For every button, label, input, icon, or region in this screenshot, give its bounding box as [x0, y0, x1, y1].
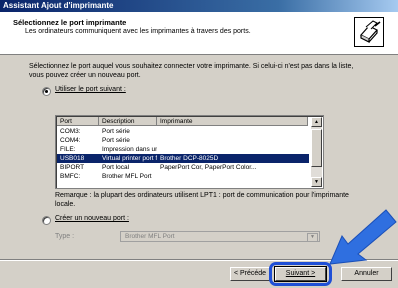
printer-cell: PaperPort Cor, PaperPort Color...: [160, 164, 257, 171]
scroll-up-icon[interactable]: ▲: [311, 117, 322, 127]
use-port-radio[interactable]: [42, 87, 51, 96]
column-description[interactable]: Description: [99, 117, 157, 126]
port-list-scrollbar[interactable]: ▲ ▼: [311, 117, 322, 187]
column-printer[interactable]: Imprimante: [157, 117, 308, 126]
port-list-rows: COM3: Port série COM4: Port série FILE: …: [57, 127, 309, 181]
port-type-value: Brother MFL Port: [125, 233, 175, 240]
port-cell: COM4:: [60, 137, 81, 144]
title-bar: Assistant Ajout d'imprimante: [0, 0, 398, 12]
description-cell: Brother MFL Port: [102, 173, 152, 180]
pointer-arrow-icon: [329, 209, 397, 265]
printer-cell: Brother DCP-8025D: [160, 155, 219, 162]
port-type-select[interactable]: Brother MFL Port ▼: [120, 231, 320, 242]
port-list-header: Port Description Imprimante: [57, 117, 308, 126]
port-cell: FILE:: [60, 146, 76, 153]
page-subtitle: Les ordinateurs communiquent avec les im…: [25, 28, 251, 35]
table-row[interactable]: COM3: Port série: [57, 127, 309, 136]
port-cell: USB018: [60, 155, 85, 162]
description-cell: Port série: [102, 137, 130, 144]
port-list[interactable]: Port Description Imprimante COM3: Port s…: [55, 115, 324, 189]
port-cell: BMFC:: [60, 173, 81, 180]
description-cell: Impression dans un fi...: [102, 146, 157, 153]
scroll-down-icon[interactable]: ▼: [311, 177, 322, 187]
scroll-thumb[interactable]: [311, 129, 322, 167]
printer-cell: [157, 172, 309, 181]
column-port[interactable]: Port: [57, 117, 99, 126]
port-cell: COM3:: [60, 128, 81, 135]
window-title: Assistant Ajout d'imprimante: [3, 1, 114, 10]
printer-cell: [157, 127, 309, 136]
chevron-down-icon[interactable]: ▼: [307, 233, 318, 242]
printer-cell: [157, 136, 309, 145]
use-port-label[interactable]: Utiliser le port suivant :: [55, 86, 126, 93]
new-port-label[interactable]: Créer un nouveau port :: [55, 215, 129, 222]
description-cell: Virtual printer port for ...: [102, 155, 157, 162]
table-row[interactable]: BIPORT Port local PaperPort Cor, PaperPo…: [57, 163, 309, 172]
description-cell: Port local: [102, 164, 130, 171]
port-cell: BIPORT: [60, 164, 85, 171]
table-row[interactable]: BMFC: Brother MFL Port: [57, 172, 309, 181]
table-row[interactable]: FILE: Impression dans un fi...: [57, 145, 309, 154]
printer-icon: [354, 17, 384, 47]
table-row-selected[interactable]: USB018 Virtual printer port for ... Brot…: [57, 154, 309, 163]
printer-cell: [157, 145, 309, 154]
description-cell: Port série: [102, 128, 130, 135]
use-port-text: Utiliser le port suivant :: [55, 86, 126, 93]
new-port-text: Créer un nouveau port :: [55, 215, 129, 222]
remark-text: Remarque : la plupart des ordinateurs ut…: [55, 192, 349, 208]
table-row[interactable]: COM4: Port série: [57, 136, 309, 145]
back-button[interactable]: < Précéde: [230, 267, 270, 281]
type-label: Type :: [55, 233, 75, 240]
wizard-header: Sélectionnez le port imprimante Les ordi…: [0, 12, 398, 55]
new-port-radio[interactable]: [42, 216, 51, 225]
cancel-button[interactable]: Annuler: [341, 267, 392, 281]
page-title: Sélectionnez le port imprimante: [13, 18, 127, 27]
instructions-text: Sélectionnez le port auquel vous souhait…: [29, 63, 354, 79]
next-button-highlight: [269, 262, 332, 286]
